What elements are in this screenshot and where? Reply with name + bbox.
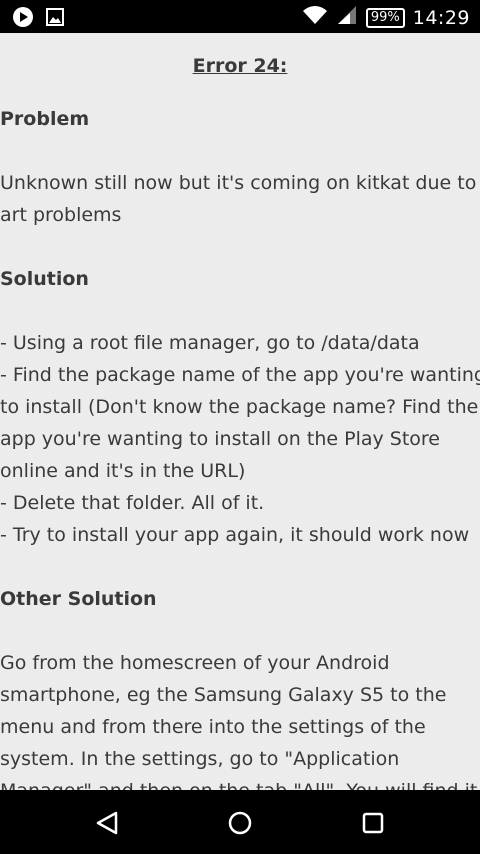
problem-text: Unknown still now but it's coming on kit… xyxy=(0,167,480,231)
home-button[interactable] xyxy=(225,808,255,838)
recents-button[interactable] xyxy=(358,808,388,838)
other-solution-heading: Other Solution xyxy=(0,588,157,610)
home-icon xyxy=(228,811,252,835)
other-line: Go from the homescreen of your Android xyxy=(0,652,390,674)
problem-line: Unknown still now but it's coming on kit… xyxy=(0,172,477,194)
solution-heading: Solution xyxy=(0,268,89,290)
other-line: system. In the settings, go to "Applicat… xyxy=(0,748,400,770)
other-line: Manager" and then on the tab "All". You … xyxy=(0,775,480,790)
battery-indicator: 99% xyxy=(365,7,405,28)
notification-icons xyxy=(12,6,64,32)
solution-line: - Delete that folder. All of it. xyxy=(0,492,265,514)
image-notification-icon xyxy=(46,8,64,30)
clock: 14:29 xyxy=(412,6,470,29)
problem-heading: Problem xyxy=(0,108,90,130)
status-bar: 99% 14:29 xyxy=(0,0,480,33)
navigation-bar xyxy=(0,790,480,854)
solution-line: - Try to install your app again, it shou… xyxy=(0,524,470,546)
back-icon xyxy=(96,811,118,835)
wifi-icon xyxy=(302,5,328,30)
problem-line: art problems xyxy=(0,204,122,226)
solution-text: - Using a root file manager, go to /data… xyxy=(0,327,480,551)
back-button[interactable] xyxy=(92,808,122,838)
article-content[interactable]: Error 24: Problem Unknown still now but … xyxy=(0,33,480,790)
other-solution-text: Go from the homescreen of your Android s… xyxy=(0,647,480,790)
solution-line: - Using a root file manager, go to /data… xyxy=(0,332,420,354)
other-line: smartphone, eg the Samsung Galaxy S5 to … xyxy=(0,684,447,706)
error-title: Error 24: xyxy=(192,55,288,77)
solution-line: app you're wanting to install on the Pla… xyxy=(0,428,440,450)
system-status: 99% 14:29 xyxy=(302,5,470,30)
solution-line: - Find the package name of the app you'r… xyxy=(0,364,480,386)
play-notification-icon xyxy=(12,6,34,32)
solution-line: online and it's in the URL) xyxy=(0,460,246,482)
cell-signal-icon xyxy=(336,5,358,30)
recents-icon xyxy=(362,812,384,834)
other-line: menu and from there into the settings of… xyxy=(0,716,426,738)
solution-line: to install (Don't know the package name?… xyxy=(0,396,479,418)
